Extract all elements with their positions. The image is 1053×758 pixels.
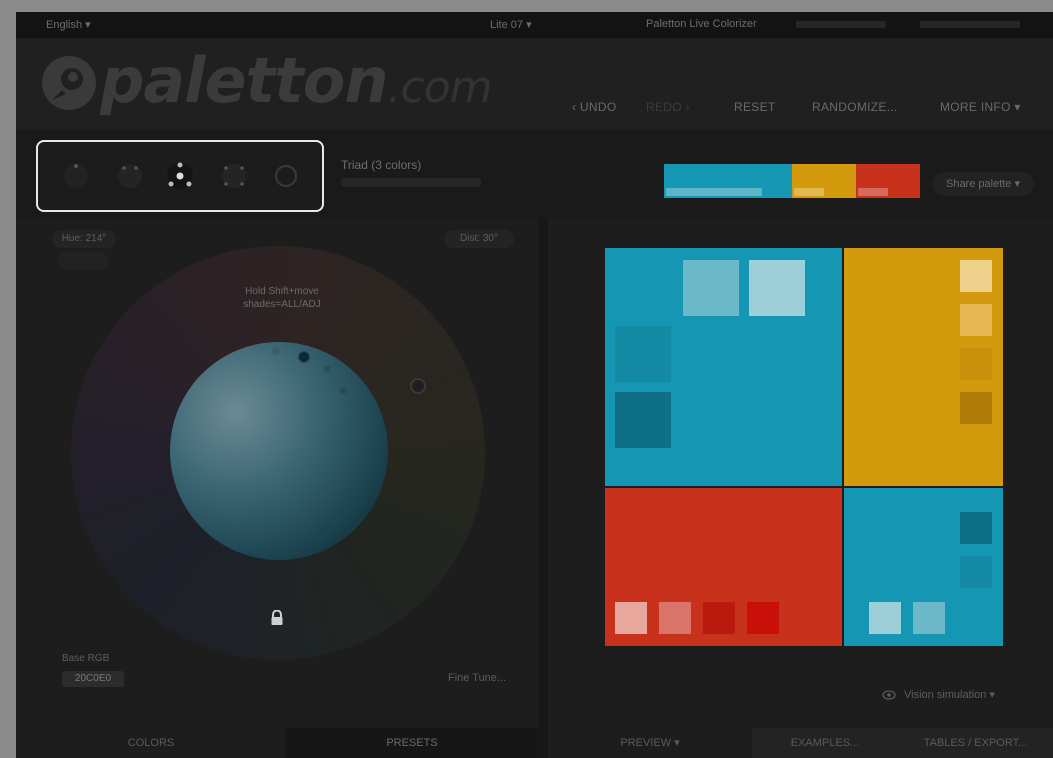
hue-handle[interactable]	[410, 378, 426, 394]
undo-button[interactable]: ‹ UNDO	[572, 100, 616, 114]
app-frame: English ▾ Lite 07 ▾ Paletton Live Colori…	[16, 12, 1053, 758]
app-name[interactable]: Paletton Live Colorizer	[646, 18, 757, 30]
header: paletton.com ‹ UNDO REDO › RESET RANDOMI…	[16, 38, 1053, 130]
distance-readout[interactable]: Dist: 30°	[444, 230, 514, 248]
tab-tables-export[interactable]: TABLES / EXPORT...	[898, 728, 1053, 758]
top-link-placeholder[interactable]	[920, 21, 1020, 28]
top-bar: English ▾ Lite 07 ▾ Paletton Live Colori…	[16, 12, 1053, 38]
swatch	[749, 260, 805, 316]
palette-strip-primary[interactable]	[664, 164, 792, 198]
swatch	[869, 602, 901, 634]
scheme-selector	[36, 140, 324, 212]
scheme-subtitle-placeholder	[341, 178, 481, 187]
tab-preview[interactable]: PREVIEW ▾	[548, 728, 752, 758]
hue-sub-placeholder	[58, 252, 108, 270]
vision-simulation-dropdown[interactable]: Vision simulation ▾	[904, 688, 995, 701]
eye-icon[interactable]	[882, 690, 896, 700]
hue-readout[interactable]: Hue: 214°	[52, 230, 116, 248]
swatch	[615, 602, 647, 634]
swatch	[960, 392, 992, 424]
shade-dot[interactable]	[272, 347, 280, 355]
swatch	[659, 602, 691, 634]
wheel-hint: Hold Shift+move shades=ALL/ADJ	[243, 286, 321, 310]
base-rgb-value[interactable]: 20C0E0	[62, 671, 124, 687]
swatch	[913, 602, 945, 634]
redo-button[interactable]: REDO ›	[646, 100, 690, 114]
mono-icon[interactable]	[58, 160, 94, 192]
free-icon[interactable]	[268, 160, 304, 192]
scheme-title: Triad (3 colors)	[341, 158, 422, 172]
lock-icon[interactable]	[270, 610, 284, 626]
shade-dot[interactable]	[324, 365, 331, 372]
palette-strip-secondary[interactable]	[792, 164, 856, 198]
logo-text: paletton.com	[100, 44, 492, 117]
swatch	[960, 348, 992, 380]
reset-button[interactable]: RESET	[734, 100, 776, 114]
swatch	[747, 602, 779, 634]
swatch	[960, 304, 992, 336]
tab-colors[interactable]: COLORS	[16, 728, 286, 758]
tetrad-icon[interactable]	[216, 160, 252, 192]
adjacent-icon[interactable]	[112, 160, 148, 192]
top-link-placeholder[interactable]	[796, 21, 886, 28]
panel-divider	[538, 218, 548, 758]
language-selector[interactable]: English ▾	[46, 18, 91, 31]
color-preview	[605, 248, 1003, 646]
fine-tune-button[interactable]: Fine Tune...	[448, 672, 506, 684]
swatch	[615, 392, 671, 448]
shade-dot[interactable]	[340, 387, 347, 394]
palette-strip-tertiary[interactable]	[856, 164, 920, 198]
paletton-logo-icon	[42, 56, 96, 110]
swatch	[683, 260, 739, 316]
tab-examples[interactable]: EXAMPLES...	[752, 728, 898, 758]
shade-dot[interactable]	[242, 349, 250, 357]
randomize-button[interactable]: RANDOMIZE...	[812, 100, 898, 114]
tab-presets[interactable]: PRESETS	[286, 728, 538, 758]
base-rgb-label: Base RGB	[62, 653, 110, 664]
swatch	[703, 602, 735, 634]
swatch	[615, 326, 671, 382]
primary-dot[interactable]	[298, 351, 310, 363]
swatch	[960, 556, 992, 588]
more-info-button[interactable]: MORE INFO ▾	[940, 100, 1021, 114]
version-selector[interactable]: Lite 07 ▾	[490, 18, 532, 31]
swatch	[960, 512, 992, 544]
color-sphere[interactable]	[170, 342, 388, 560]
swatch	[960, 260, 992, 292]
triad-icon[interactable]	[162, 160, 198, 192]
share-palette-button[interactable]: Share palette ▾	[932, 172, 1034, 196]
